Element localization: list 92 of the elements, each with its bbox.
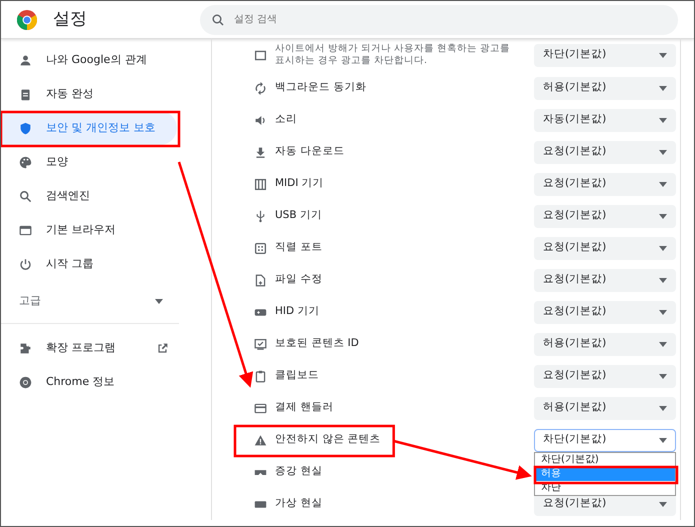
dropdown[interactable]: 차단(기본값): [534, 428, 676, 452]
dropdown[interactable]: 요청(기본값): [534, 172, 676, 196]
dropdown-value: 요청(기본값): [543, 496, 606, 512]
usb-icon: [254, 210, 267, 222]
setting-label: HID 기기: [275, 304, 320, 320]
setting-label: 결제 핸들러: [275, 400, 334, 416]
dropdown-value: 요청(기본값): [543, 272, 606, 288]
dropdown-value: 요청(기본값): [543, 208, 606, 224]
search-field[interactable]: 설정 검색: [200, 4, 678, 34]
dropdown-value: 차단(기본값): [543, 432, 606, 448]
dropdown[interactable]: 허용(기본값): [534, 332, 676, 356]
browser-window-icon: [19, 224, 32, 236]
sidebar-link[interactable]: Chrome 정보: [1, 365, 169, 399]
dropdown[interactable]: 요청(기본값): [534, 300, 676, 324]
dropdown[interactable]: 차단(기본값): [534, 44, 676, 66]
sidebar-item[interactable]: 시작 그룹: [1, 247, 177, 281]
dropdown[interactable]: 요청(기본값): [534, 268, 676, 292]
dropdown-value: 허용(기본값): [543, 80, 606, 96]
caret-icon: [659, 52, 667, 58]
setting-label: 소리: [275, 112, 297, 128]
setting-label: 보호된 콘텐츠 ID: [275, 336, 359, 352]
caret-icon: [659, 246, 667, 250]
caret-icon: [659, 150, 667, 154]
caret-icon: [659, 214, 667, 218]
speaker-icon: [254, 114, 267, 126]
setting-label: MIDI 기기: [275, 176, 324, 192]
caret-icon: [659, 310, 667, 314]
search-icon: [19, 190, 32, 202]
dropdown[interactable]: 허용(기본값): [534, 76, 676, 100]
rectangle-icon: [254, 48, 267, 62]
dropdown-value: 요청(기본값): [543, 176, 606, 192]
dropdown-value: 허용(기본값): [543, 400, 606, 416]
sidebar-item[interactable]: 보안 및 개인정보 보호: [1, 111, 177, 145]
dropdown-value: 요청(기본값): [543, 368, 606, 384]
person-icon: [19, 54, 32, 66]
setting-label: 자동 다운로드: [275, 144, 344, 160]
serial-port-icon: [254, 242, 267, 254]
sidebar-item[interactable]: 검색엔진: [1, 179, 177, 213]
dropdown[interactable]: 요청(기본값): [534, 140, 676, 164]
setting-label: 증강 현실: [275, 464, 322, 480]
caret-icon: [659, 182, 667, 186]
dropdown-value: 허용(기본값): [543, 336, 606, 352]
setting-label: 클립보드: [275, 368, 319, 384]
caret-icon: [659, 438, 667, 442]
puzzle-piece-icon: [19, 342, 32, 354]
caret-icon: [659, 406, 667, 410]
caret-icon: [659, 278, 667, 282]
setting-label: USB 기기: [275, 208, 322, 224]
clipboard-icon: [254, 370, 267, 382]
dropdown[interactable]: 자동(기본값): [534, 108, 676, 132]
setting-label: 안전하지 않은 콘텐츠: [275, 432, 381, 448]
caret-icon: [659, 118, 667, 122]
credit-card-icon: [254, 402, 267, 414]
sidebar-item[interactable]: 나와 Google의 관계: [1, 43, 177, 77]
logo-icon: [17, 10, 37, 30]
sidebar-item[interactable]: 자동 완성: [1, 77, 177, 111]
advanced-section-toggle[interactable]: 고급: [1, 281, 211, 321]
caret-icon: [659, 374, 667, 378]
sync-icon: [254, 82, 267, 94]
download-icon: [254, 146, 267, 158]
shield-icon: [19, 122, 32, 134]
window-title: 설정: [53, 8, 87, 31]
caret-icon: [155, 298, 163, 304]
setting-label: 가상 현실: [275, 496, 322, 512]
chrome-logo-icon: [19, 376, 32, 388]
piano-keys-icon: [254, 178, 267, 190]
caret-icon: [659, 342, 667, 346]
dropdown[interactable]: 허용(기본값): [534, 396, 676, 420]
monitor-check-icon: [254, 338, 267, 350]
caret-icon: [659, 86, 667, 90]
dropdown-value: 요청(기본값): [543, 240, 606, 256]
sidebar-item[interactable]: 기본 브라우저: [1, 213, 177, 247]
dropdown-option[interactable]: 차단(기본값): [535, 453, 675, 467]
clipboard-icon: [19, 88, 32, 100]
setting-label: 사이트에서 방해가 되거나 사용자를 현혹하는 광고를 표시하는 경우 광고를 차단합니다.: [275, 43, 512, 67]
dropdown-value: 요청(기본값): [543, 304, 606, 320]
dropdown[interactable]: 요청(기본값): [534, 364, 676, 388]
setting-label: 백그라운드 동기화: [275, 80, 366, 96]
dropdown[interactable]: 요청(기본값): [534, 236, 676, 260]
setting-label: 직렬 포트: [275, 240, 322, 256]
dropdown-value: 요청(기본값): [543, 144, 606, 160]
dropdown-value: 차단(기본값): [543, 47, 606, 62]
warning-icon: [254, 434, 267, 446]
dropdown-value: 자동(기본값): [543, 112, 606, 128]
power-icon: [19, 258, 32, 270]
setting-label: 파일 수정: [275, 272, 322, 288]
sidebar-link[interactable]: 확장 프로그램: [1, 331, 169, 365]
file-icon: [254, 274, 267, 286]
dropdown[interactable]: 요청(기본값): [534, 204, 676, 228]
palette-icon: [19, 156, 32, 168]
caret-icon: [659, 502, 667, 506]
sidebar-item[interactable]: 모양: [1, 145, 177, 179]
